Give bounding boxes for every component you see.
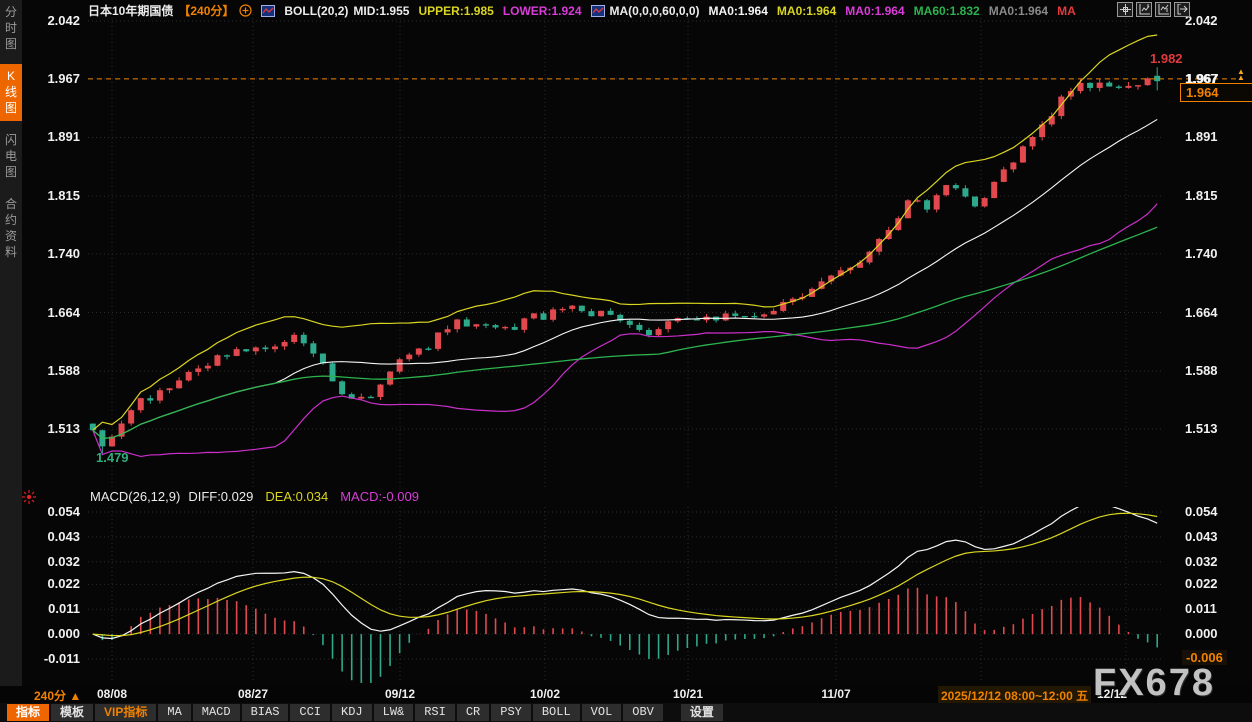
price-tick-left: 1.588 [22, 363, 80, 378]
ma-values: MA0:1.964 MA0:1.964 MA0:1.964 MA60:1.832 MA0… [709, 4, 1076, 18]
page-forward-icon[interactable] [1174, 2, 1190, 17]
macd-diff: DIFF:0.029 [188, 489, 253, 504]
period-selector[interactable]: 【240分】 [178, 2, 234, 19]
macd-tick-left: 0.032 [22, 554, 80, 569]
price-tick-left: 1.664 [22, 305, 80, 320]
toolbar-button-BOLL[interactable]: BOLL [533, 704, 580, 721]
price-tick-right: 1.588 [1185, 363, 1218, 378]
price-tick-left: 1.740 [22, 246, 80, 261]
period-high-label: 1.982 [1150, 51, 1183, 66]
date-tick-label: 08/27 [229, 687, 277, 701]
macd-tick-right: 0.054 [1185, 504, 1218, 519]
chart-tool-icons [1117, 2, 1190, 17]
zoom-out-scale-icon[interactable] [1155, 2, 1171, 17]
chart-header: 日本10年期国债 【240分】 BOLL(20,2) MID:1.955 UPP… [88, 3, 1076, 18]
indicator-toolbar: 指标模板VIP指标MAMACDBIASCCIKDJLW&RSICRPSYBOLL… [0, 703, 1252, 722]
boll-upper: UPPER:1.985 [418, 4, 493, 18]
boll-indicator-icon[interactable] [261, 5, 275, 17]
macd-tick-left: 0.011 [22, 601, 80, 616]
sidebar-tab-合约资料[interactable]: 合约资料 [0, 192, 22, 265]
macd-tick-right: 0.000 [1185, 626, 1218, 641]
macd-macd: MACD:-0.009 [340, 489, 419, 504]
macd-tick-left: 0.000 [22, 626, 80, 641]
macd-header: MACD(26,12,9) DIFF:0.029 DEA:0.034 MACD:… [90, 489, 419, 504]
toolbar-button-指标[interactable]: 指标 [7, 704, 49, 721]
price-tick-right: 1.664 [1185, 305, 1218, 320]
add-indicator-icon[interactable] [239, 4, 252, 17]
toolbar-button-CCI[interactable]: CCI [290, 704, 330, 721]
zoom-in-scale-icon[interactable] [1136, 2, 1152, 17]
ma-value: MA60:1.832 [914, 4, 980, 18]
macd-tick-left: 0.043 [22, 529, 80, 544]
macd-tick-right: 0.011 [1185, 601, 1217, 616]
macd-tick-left: -0.011 [22, 651, 80, 666]
price-tick-left: 1.513 [22, 421, 80, 436]
instrument-title: 日本10年期国债 [88, 2, 173, 19]
macd-tick-right: 0.032 [1185, 554, 1218, 569]
date-tick-label: 10/21 [664, 687, 712, 701]
period-indicator[interactable]: 240分 ▲ [34, 687, 81, 704]
ma-value: MA0:1.964 [845, 4, 904, 18]
macd-tick-right: 0.043 [1185, 529, 1218, 544]
ma-value: MA0:1.964 [989, 4, 1048, 18]
sidebar: 分时图 K线图闪电图合约资料 [0, 0, 22, 686]
watermark: FX678 [1093, 662, 1215, 705]
date-tick-label: 08/08 [88, 687, 136, 701]
crosshair-icon[interactable] [1117, 2, 1133, 17]
toolbar-button-CR[interactable]: CR [457, 704, 489, 721]
period-up-arrow-icon: ▲ [69, 689, 81, 703]
toolbar-button-MA[interactable]: MA [158, 704, 190, 721]
date-tick-label: 10/02 [521, 687, 569, 701]
toolbar-button-VOL[interactable]: VOL [582, 704, 622, 721]
price-tick-left: 1.967 [22, 71, 80, 86]
price-tick-left: 1.891 [22, 129, 80, 144]
macd-tick-right: 0.022 [1185, 576, 1218, 591]
boll-mid: MID:1.955 [353, 4, 409, 18]
sidebar-tab-分时图[interactable]: 分时图 [0, 0, 22, 57]
blink-indicator-icon[interactable] [22, 490, 36, 504]
macd-label: MACD(26,12,9) [90, 489, 180, 504]
toolbar-button-PSY[interactable]: PSY [491, 704, 531, 721]
sidebar-tab-K线图[interactable]: K线图 [0, 64, 22, 121]
toolbar-button-BIAS[interactable]: BIAS [242, 704, 289, 721]
price-tick-left: 1.815 [22, 188, 80, 203]
macd-tick-left: 0.022 [22, 576, 80, 591]
period-low-label: 1.479 [96, 450, 129, 465]
price-up-arrows-icon: ▲▲ [1237, 69, 1245, 81]
ma-value: MA0:1.964 [777, 4, 836, 18]
toolbar-button-KDJ[interactable]: KDJ [332, 704, 372, 721]
time-axis: 240分 ▲ 2025/12/12 08:00~12:00 五 12/12 08… [0, 686, 1252, 703]
macd-tick-left: 0.054 [22, 504, 80, 519]
price-tick-left: 2.042 [22, 13, 80, 28]
sidebar-tab-闪电图[interactable]: 闪电图 [0, 128, 22, 185]
ma-label: MA(0,0,0,60,0,0) [610, 4, 700, 18]
ma-indicator-icon[interactable] [591, 5, 605, 17]
ma-value: MA0:1.964 [709, 4, 768, 18]
price-tick-right: 1.815 [1185, 188, 1218, 203]
price-tick-right: 1.891 [1185, 129, 1218, 144]
boll-label: BOLL(20,2) [284, 4, 348, 18]
macd-dea: DEA:0.034 [265, 489, 328, 504]
chart-canvas[interactable] [0, 0, 1252, 686]
toolbar-button-模板[interactable]: 模板 [51, 704, 93, 721]
boll-lower: LOWER:1.924 [503, 4, 582, 18]
last-price-box: 1.964 [1180, 83, 1252, 102]
price-tick-right: 1.740 [1185, 246, 1218, 261]
toolbar-button-设置[interactable]: 设置 [681, 704, 723, 721]
date-tick-label: 11/07 [812, 687, 860, 701]
ma-value: MA [1057, 4, 1076, 18]
price-tick-right: 1.513 [1185, 421, 1218, 436]
kline-chart-app: 分时图 K线图闪电图合约资料 日本10年期国债 【240分】 BOLL(20,2)… [0, 0, 1252, 722]
toolbar-button-VIP指标[interactable]: VIP指标 [95, 704, 156, 721]
toolbar-button-OBV[interactable]: OBV [623, 704, 663, 721]
toolbar-button-RSI[interactable]: RSI [415, 704, 455, 721]
date-tick-label: 09/12 [376, 687, 424, 701]
toolbar-button-LW&[interactable]: LW& [374, 704, 414, 721]
toolbar-button-MACD[interactable]: MACD [193, 704, 240, 721]
